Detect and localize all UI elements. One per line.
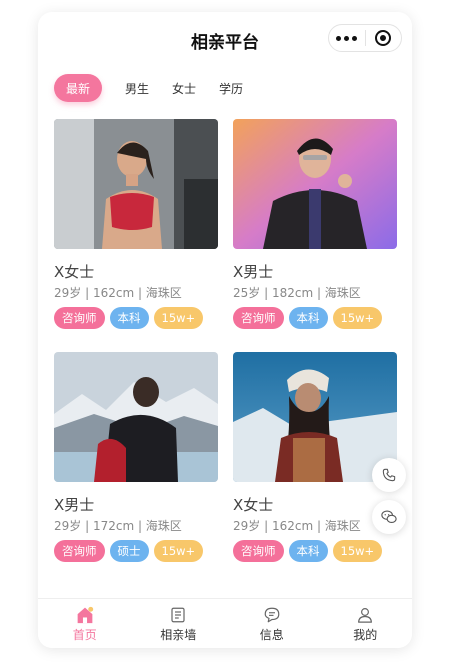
job-tag: 咨询师 xyxy=(233,540,284,562)
mini-program-capsule xyxy=(328,24,402,52)
tab-men[interactable]: 男生 xyxy=(125,80,149,97)
header: 相亲平台 xyxy=(38,12,412,64)
tabbar-label: 首页 xyxy=(72,628,97,642)
tabbar-label: 相亲墙 xyxy=(160,628,197,642)
more-options-icon[interactable] xyxy=(329,35,365,41)
filter-tabs: 最新 男生 女士 学历 xyxy=(54,74,266,102)
phone-call-button[interactable] xyxy=(372,458,406,492)
app-screen: 相亲平台 最新 男生 女士 学历 X女士 29岁 | 162cm | 海珠区 咨… xyxy=(38,12,412,648)
notes-icon xyxy=(171,607,185,623)
tab-latest[interactable]: 最新 xyxy=(54,74,102,102)
income-tag: 15w+ xyxy=(153,307,204,329)
education-tag: 本科 xyxy=(109,307,149,329)
profile-info: 25岁 | 182cm | 海珠区 xyxy=(233,286,361,300)
bottom-tab-bar: 首页 相亲墙 信息 我的 xyxy=(38,598,412,648)
tabbar-label: 信息 xyxy=(259,628,284,642)
profile-photo xyxy=(233,352,397,482)
education-tag: 本科 xyxy=(288,540,328,562)
home-icon xyxy=(77,606,93,624)
education-tag: 硕士 xyxy=(109,540,149,562)
person-icon xyxy=(358,608,373,623)
wechat-icon xyxy=(381,510,397,524)
phone-icon xyxy=(382,468,396,482)
tabbar-label: 我的 xyxy=(353,628,378,642)
tab-women[interactable]: 女士 xyxy=(172,80,196,97)
profile-card[interactable]: X女士 29岁 | 162cm | 海珠区 咨询师 本科 15w+ xyxy=(233,352,397,562)
profile-photo xyxy=(233,119,397,249)
close-target-icon[interactable] xyxy=(366,30,402,46)
income-tag: 15w+ xyxy=(332,540,383,562)
profile-info: 29岁 | 172cm | 海珠区 xyxy=(54,519,182,533)
profile-name: X男士 xyxy=(54,496,95,514)
tabbar-item-home[interactable]: 首页 xyxy=(38,599,132,648)
job-tag: 咨询师 xyxy=(54,307,105,329)
tabbar-item-profile[interactable]: 我的 xyxy=(319,599,413,648)
chat-bubble-icon xyxy=(264,607,280,623)
education-tag: 本科 xyxy=(288,307,328,329)
profile-card[interactable]: X男士 25岁 | 182cm | 海珠区 咨询师 本科 15w+ xyxy=(233,119,397,329)
profile-photo xyxy=(54,352,218,482)
income-tag: 15w+ xyxy=(153,540,204,562)
profile-photo xyxy=(54,119,218,249)
wechat-button[interactable] xyxy=(372,500,406,534)
tab-education[interactable]: 学历 xyxy=(219,80,243,97)
profile-name: X男士 xyxy=(233,263,274,281)
profile-info: 29岁 | 162cm | 海珠区 xyxy=(54,286,182,300)
profile-card[interactable]: X女士 29岁 | 162cm | 海珠区 咨询师 本科 15w+ xyxy=(54,119,218,329)
tabbar-item-messages[interactable]: 信息 xyxy=(225,599,319,648)
tabbar-item-wall[interactable]: 相亲墙 xyxy=(132,599,226,648)
job-tag: 咨询师 xyxy=(233,307,284,329)
profile-name: X女士 xyxy=(54,263,95,281)
income-tag: 15w+ xyxy=(332,307,383,329)
profile-card[interactable]: X男士 29岁 | 172cm | 海珠区 咨询师 硕士 15w+ xyxy=(54,352,218,562)
job-tag: 咨询师 xyxy=(54,540,105,562)
